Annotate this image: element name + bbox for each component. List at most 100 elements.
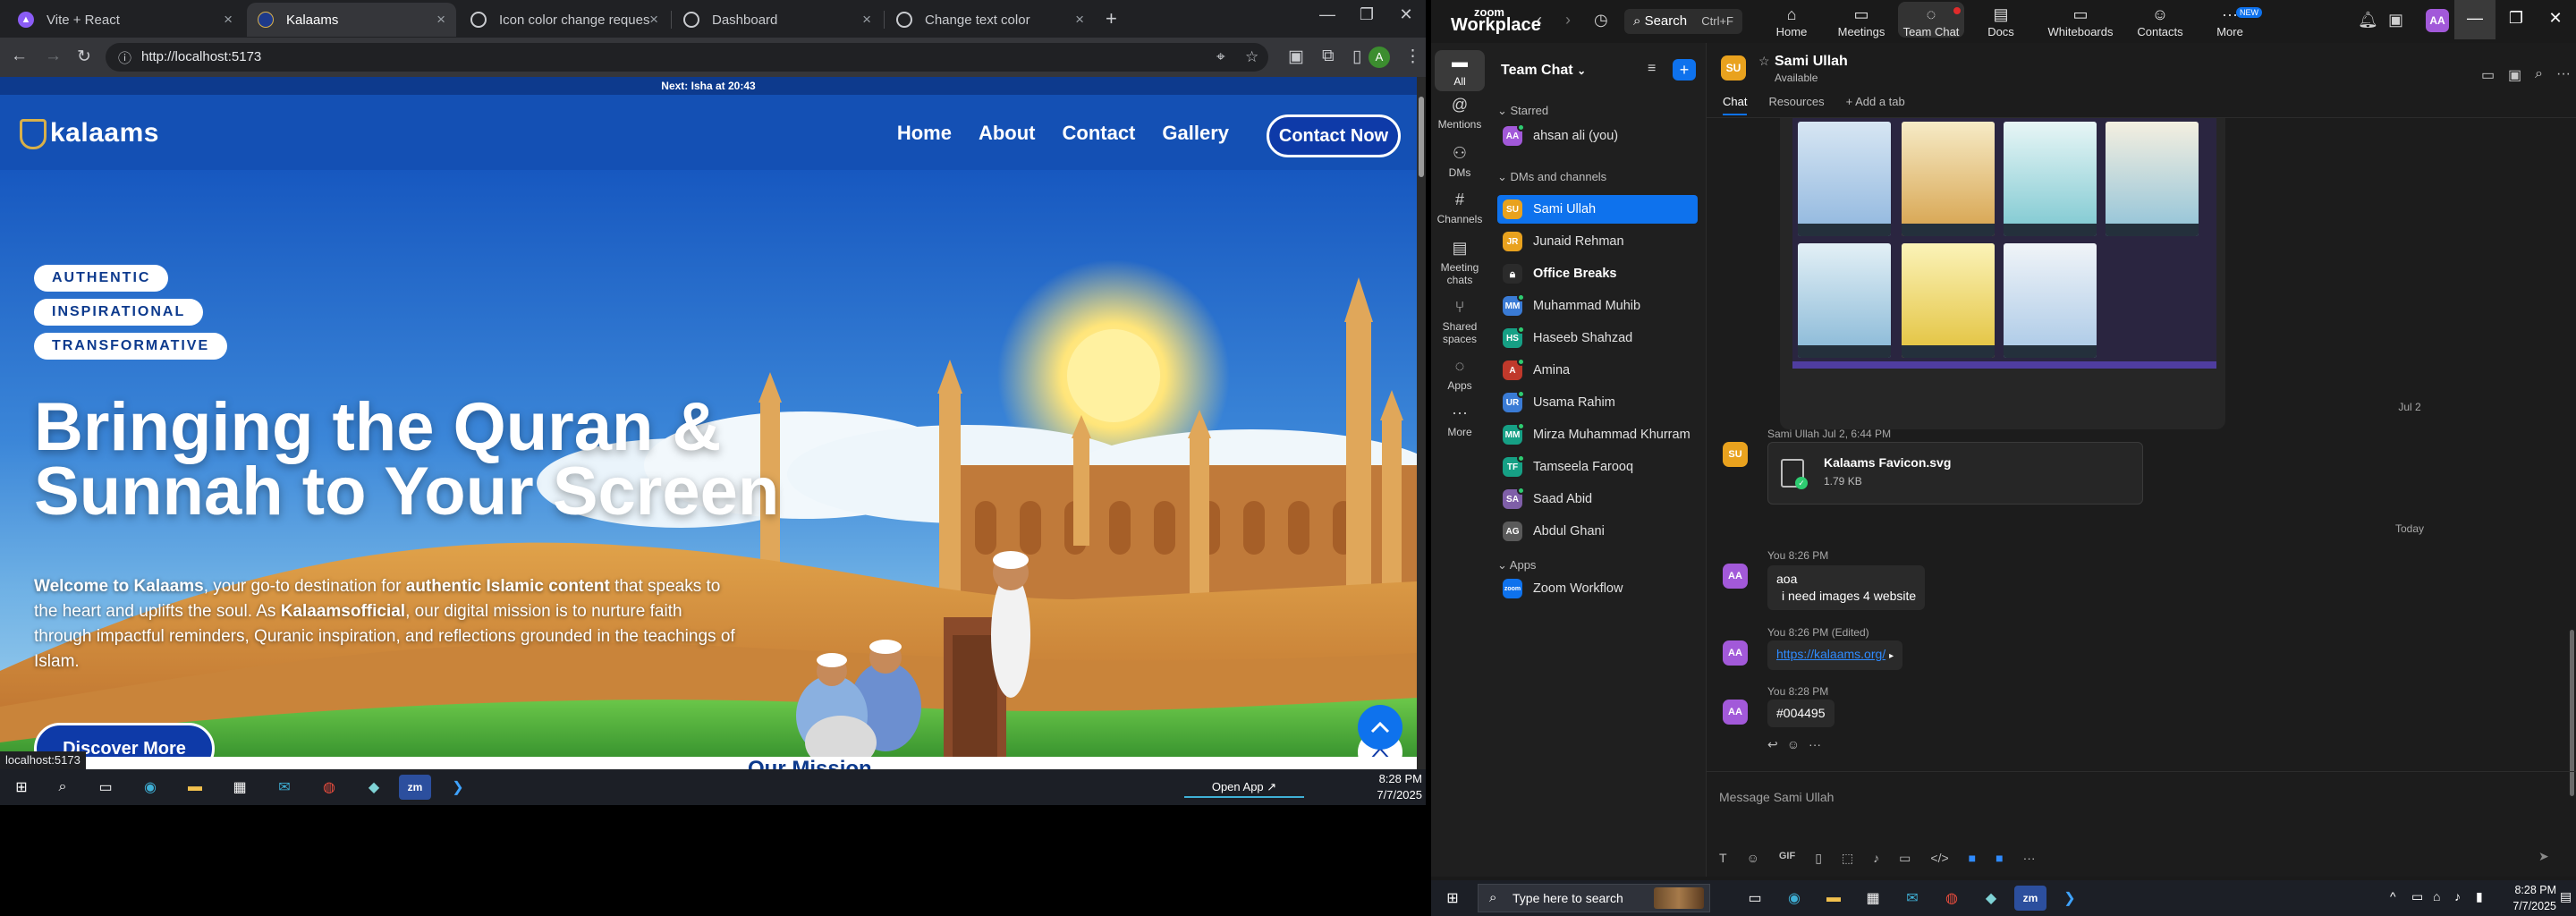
chat-scrollbar[interactable] (2567, 118, 2576, 800)
section-starred[interactable]: ⌄ Starred (1497, 104, 1548, 118)
image-thumb[interactable] (2106, 122, 2199, 236)
section-apps[interactable]: ⌄ Apps (1497, 558, 1536, 572)
minimize-button[interactable]: — (1309, 5, 1345, 24)
contact-item[interactable]: TF Tamseela Farooq (1497, 453, 1698, 481)
image-thumb[interactable] (2004, 122, 2097, 236)
section-dms[interactable]: ⌄ DMs and channels (1497, 170, 1606, 184)
image-thumb[interactable] (1798, 122, 1891, 236)
rail-apps[interactable]: ◌ Apps (1435, 358, 1485, 392)
taskbar-clock[interactable]: 8:28 PM 7/7/2025 (2508, 882, 2556, 914)
avatar[interactable]: AA (1723, 700, 1748, 725)
edge-icon[interactable]: ◉ (138, 775, 163, 800)
windows-start-icon[interactable]: ⊞ (1440, 886, 1465, 911)
file-explorer-icon[interactable]: ▬ (182, 775, 208, 800)
tab-kalaams[interactable]: Kalaams × (247, 3, 456, 37)
nav-contacts[interactable]: ☺ Contacts (2127, 5, 2193, 38)
format-text-icon[interactable]: T (1719, 851, 1727, 866)
rail-shared-spaces[interactable]: ⑂ Shared spaces (1435, 299, 1485, 345)
reload-icon[interactable]: ↻ (77, 47, 91, 67)
attach-file-icon[interactable]: ▯ (1815, 851, 1822, 866)
video-icon[interactable]: ▭ (2481, 66, 2495, 84)
maximize-button[interactable]: ❐ (2496, 0, 2537, 39)
forward-icon[interactable]: → (45, 47, 62, 66)
nav-meetings[interactable]: ▭ Meetings (1828, 5, 1894, 38)
app-icon-2[interactable]: ■ (1996, 851, 2003, 866)
store-icon[interactable]: ▦ (1860, 886, 1885, 911)
close-icon[interactable]: × (1075, 11, 1084, 29)
calendar-icon[interactable]: ▣ (2388, 11, 2403, 30)
rail-channels[interactable]: # Channels (1435, 191, 1485, 225)
nav-gallery[interactable]: Gallery (1162, 122, 1229, 145)
contact-item[interactable]: HS Haseeb Shahzad (1497, 324, 1698, 352)
location-icon[interactable]: ⌖ (1216, 48, 1225, 66)
taskbar-clock[interactable]: 8:28 PM 7/7/2025 (1368, 771, 1422, 803)
tab-chat[interactable]: Chat (1723, 95, 1748, 115)
rail-all[interactable]: ▬ All (1435, 50, 1485, 91)
contact-ahsan-ali[interactable]: AA ahsan ali (you) (1497, 122, 1698, 150)
store-icon[interactable]: ▦ (227, 775, 252, 800)
page-scrollbar[interactable] (1417, 77, 1426, 769)
close-icon[interactable]: × (862, 11, 871, 29)
contact-item[interactable]: MM Mirza Muhammad Khurram (1497, 420, 1698, 449)
rail-meeting-chats[interactable]: ▤ Meeting chats (1435, 240, 1485, 286)
mail-icon[interactable]: ✉ (272, 775, 297, 800)
network-icon[interactable]: ⌂ (2433, 889, 2440, 903)
battery-icon[interactable]: ▮ (2476, 889, 2483, 904)
extension-icon[interactable]: ▣ (1288, 47, 1304, 67)
nav-about[interactable]: About (979, 122, 1036, 145)
nav-contact[interactable]: Contact (1063, 122, 1136, 145)
tray-chevron-icon[interactable]: ^ (2390, 889, 2396, 903)
tab-dashboard[interactable]: Dashboard × (673, 3, 882, 37)
menu-kebab-icon[interactable]: ⋮ (1404, 47, 1421, 67)
more-icon[interactable]: ··· (2023, 851, 2036, 866)
profile-avatar[interactable]: A (1368, 47, 1390, 68)
star-icon[interactable]: ☆ (1758, 54, 1770, 69)
volume-icon[interactable]: ♪ (2454, 889, 2461, 903)
rail-dms[interactable]: ⚇ DMs (1435, 145, 1485, 179)
contact-item[interactable]: A Amina (1497, 356, 1698, 385)
close-icon[interactable]: × (436, 11, 445, 29)
close-window-button[interactable]: ✕ (1388, 5, 1424, 24)
message-link[interactable]: https://kalaams.org/ (1776, 647, 1885, 661)
bell-icon[interactable]: 🔔︎ (2358, 11, 2378, 30)
tab-add[interactable]: + Add a tab (1846, 95, 1905, 115)
contact-item[interactable]: AG Abdul Ghani (1497, 517, 1698, 546)
chrome-icon[interactable]: ◍ (1939, 886, 1964, 911)
new-tab-button[interactable]: + (1106, 7, 1117, 30)
contact-item[interactable]: UR Usama Rahim (1497, 388, 1698, 417)
more-icon[interactable]: ··· (1809, 737, 1821, 752)
avatar[interactable]: AA (1723, 640, 1748, 666)
bookmark-star-icon[interactable]: ☆ (1245, 48, 1258, 66)
video-message-icon[interactable]: ▭ (1899, 851, 1911, 866)
nav-whiteboards[interactable]: ▭ Whiteboards (2038, 5, 2123, 38)
site-info-icon[interactable]: ⓘ (118, 48, 131, 67)
contact-item[interactable]: 🔒︎ Office Breaks (1497, 259, 1698, 288)
tab-resources[interactable]: Resources (1768, 95, 1824, 115)
maximize-button[interactable]: ❐ (1349, 5, 1385, 24)
mail-icon[interactable]: ✉ (1900, 886, 1925, 911)
emoji-icon[interactable]: ☺ (1787, 737, 1800, 752)
nav-docs[interactable]: ▤ Docs (1968, 5, 2034, 38)
windows-search[interactable]: ⌕ Type here to search (1478, 884, 1710, 912)
sidepanel-icon[interactable]: ▯ (1352, 47, 1361, 67)
image-thumb[interactable] (1902, 122, 1995, 236)
message-bubble[interactable]: aoa i need images 4 website (1767, 565, 1926, 610)
app-icon[interactable]: ◆ (1979, 886, 2004, 911)
screenshot-icon[interactable]: ⬚ (1842, 851, 1853, 866)
app-zoom-workflow[interactable]: zoom Zoom Workflow (1497, 574, 1698, 603)
filter-icon[interactable]: ≡ (1648, 61, 1656, 77)
screen-share-icon[interactable]: ▣ (2508, 66, 2521, 84)
user-avatar[interactable]: AA (2426, 9, 2449, 32)
zoom-search[interactable]: ⌕ Search Ctrl+F (1624, 9, 1742, 34)
emoji-icon[interactable]: ☺ (1747, 851, 1759, 866)
scrollbar-thumb[interactable] (1419, 97, 1424, 177)
close-icon[interactable]: × (649, 11, 658, 29)
chevron-up-icon[interactable] (1358, 705, 1402, 750)
image-thumb[interactable] (1902, 243, 1995, 358)
forward-icon[interactable]: › (1565, 11, 1571, 30)
nav-home[interactable]: Home (897, 122, 952, 145)
history-icon[interactable]: ◷ (1594, 11, 1608, 30)
send-icon[interactable]: ➤ (2538, 849, 2549, 864)
nav-more[interactable]: ··· More NEW (2197, 5, 2263, 38)
image-thumb[interactable] (2004, 243, 2097, 358)
